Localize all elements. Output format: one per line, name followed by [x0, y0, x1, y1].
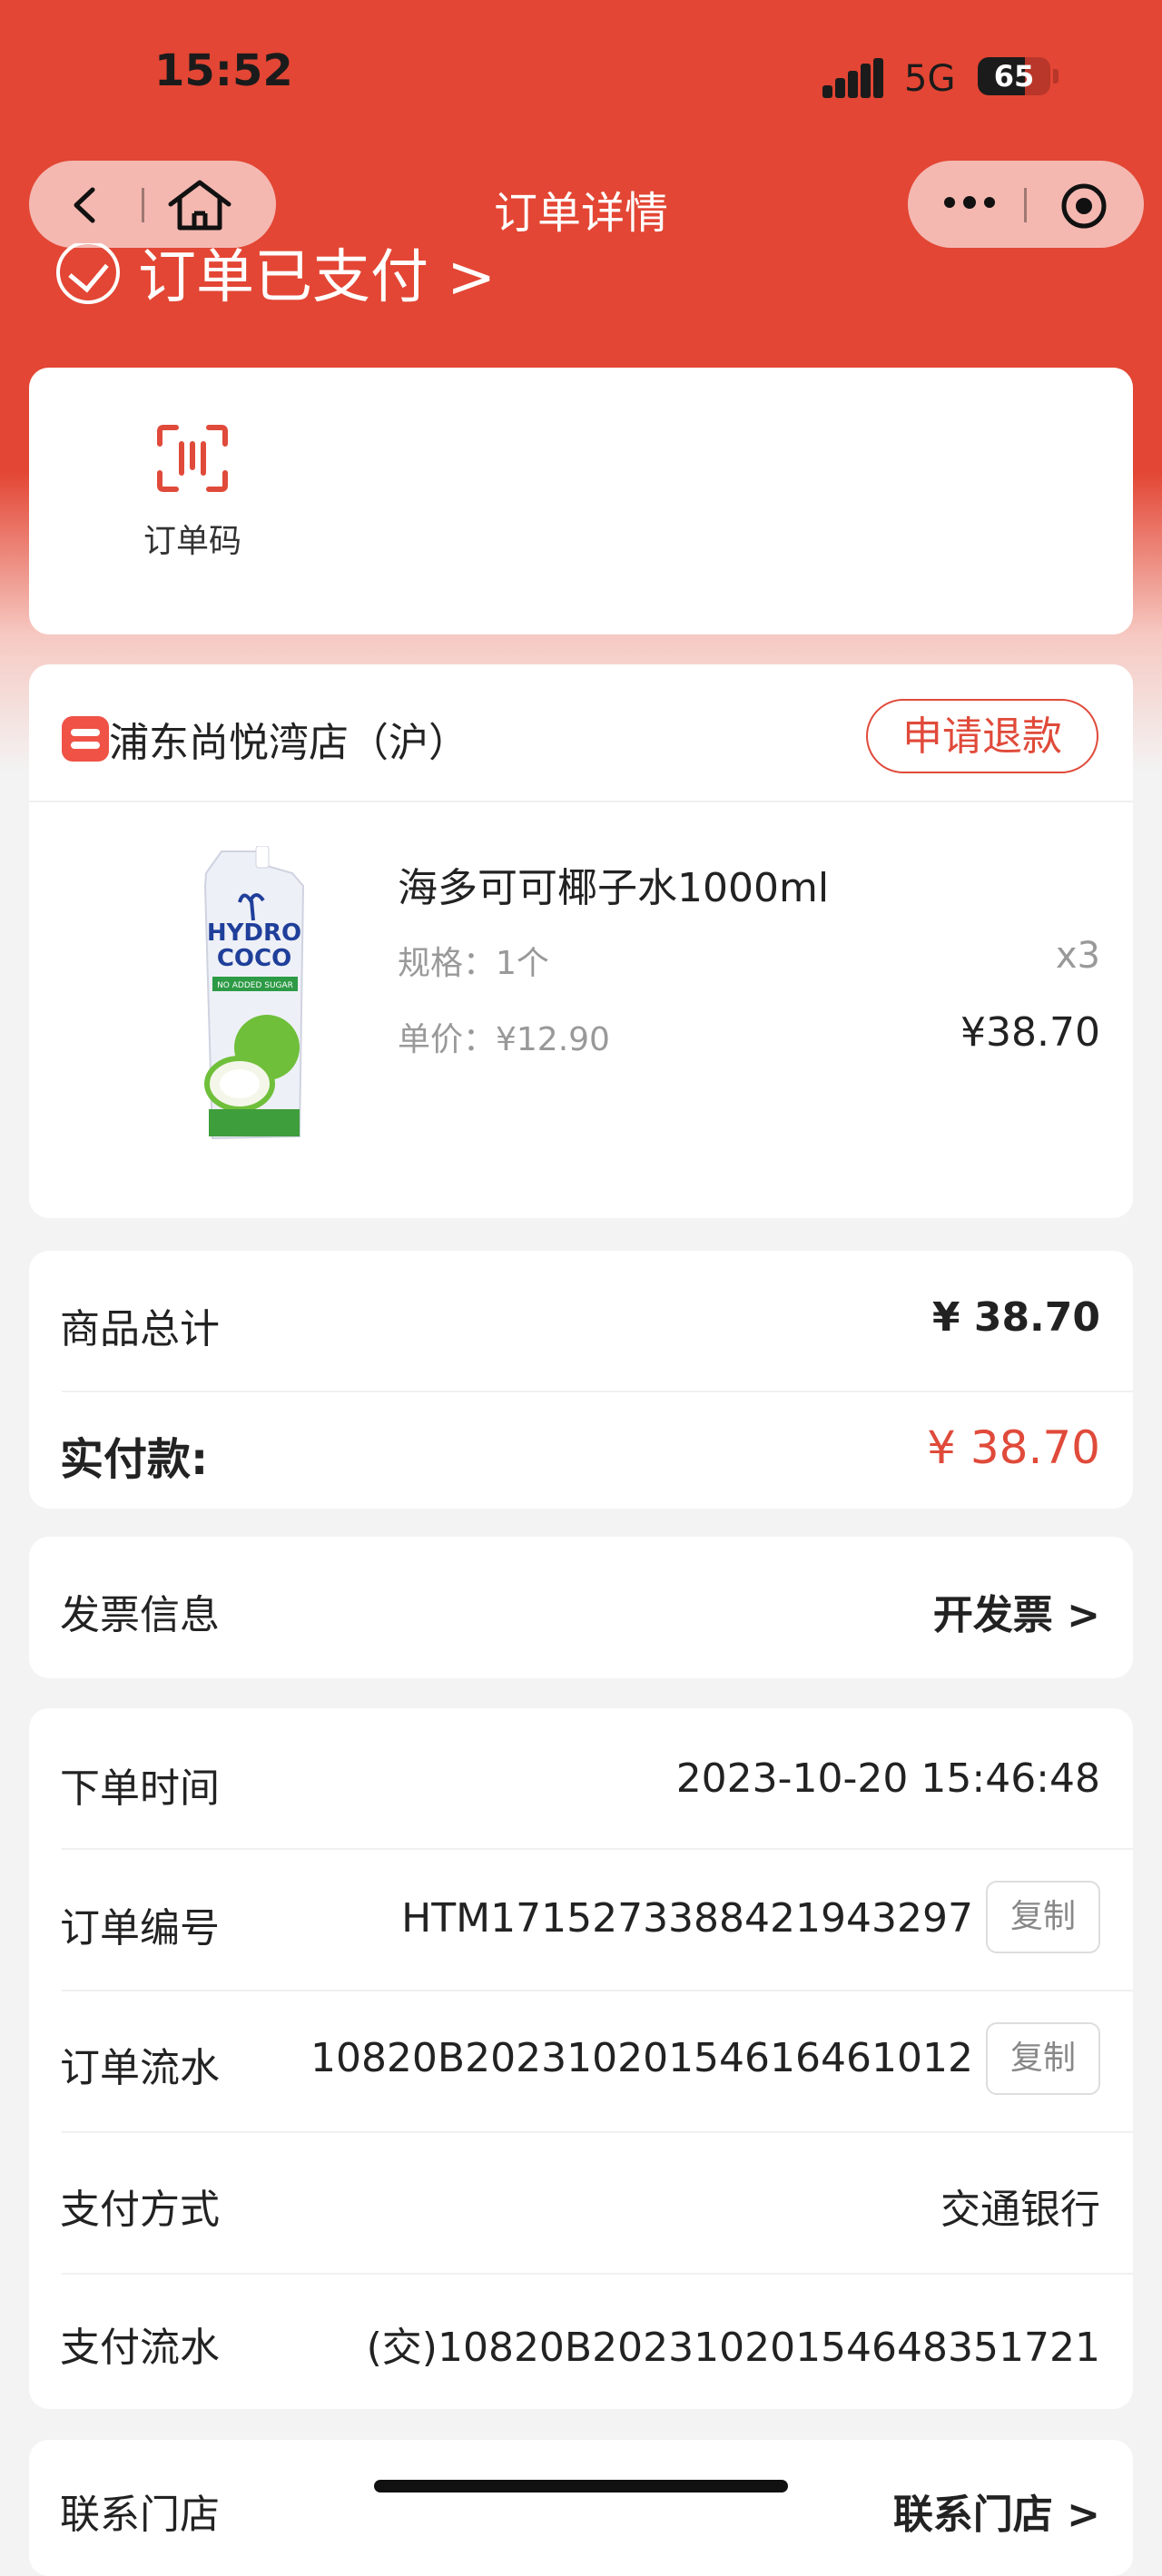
info-label: 支付方式: [60, 2187, 220, 2233]
paid-label: 实付款:: [60, 1434, 209, 1485]
store-header: 浦东尚悦湾店（沪） 申请退款: [29, 664, 1133, 802]
status-bar: 15:52 5G 65: [0, 0, 1162, 159]
info-value: 2023-10-20 15:46:48: [675, 1755, 1100, 1802]
contact-store-card: 联系门店 联系门店 >: [29, 2440, 1133, 2576]
info-row-order-number: 订单编号 HTM1715273388421943297 复制: [29, 1850, 1133, 1990]
product-image[interactable]: HYDRO COCO NO ADDED SUGAR: [165, 846, 347, 1145]
paid-row: 实付款: ¥ 38.70: [29, 1392, 1133, 1509]
order-code-label: 订单码: [143, 523, 241, 560]
payment-summary-card: 商品总计 ¥ 38.70 实付款: ¥ 38.70: [29, 1251, 1133, 1509]
order-code-button[interactable]: 订单码: [102, 422, 283, 562]
contact-store-label: 联系门店: [60, 2492, 220, 2538]
info-row-payment-serial: 支付流水 (交)10820B20231020154648351721: [29, 2275, 1133, 2409]
store-icon: [62, 716, 109, 762]
issue-invoice-link[interactable]: 开发票 >: [933, 1582, 1100, 1640]
copy-order-serial-button[interactable]: 复制: [986, 2022, 1100, 2095]
nav-capsule-right: [908, 161, 1144, 248]
store-product-card: 浦东尚悦湾店（沪） 申请退款 HYDRO COCO NO ADDED SUGAR…: [29, 664, 1133, 1218]
invoice-card: 发票信息 开发票 >: [29, 1537, 1133, 1678]
contact-store-row[interactable]: 联系门店 联系门店 >: [29, 2440, 1133, 2576]
goods-total-label: 商品总计: [60, 1306, 220, 1352]
info-label: 下单时间: [60, 1765, 220, 1812]
info-row-payment-method: 支付方式 交通银行: [29, 2133, 1133, 2273]
status-time: 15:52: [154, 45, 293, 96]
goods-total-row: 商品总计 ¥ 38.70: [29, 1251, 1133, 1391]
paid-value: ¥ 38.70: [927, 1421, 1100, 1474]
copy-order-number-button[interactable]: 复制: [986, 1881, 1100, 1953]
refund-button[interactable]: 申请退款: [866, 699, 1098, 773]
info-row-order-serial: 订单流水 10820B20231020154616461012 复制: [29, 1991, 1133, 2131]
info-label: 订单编号: [60, 1905, 220, 1952]
info-label: 支付流水: [60, 2325, 220, 2371]
info-value: 10820B20231020154616461012: [310, 2035, 973, 2081]
product-brand-line1: HYDRO: [207, 919, 301, 947]
product-quantity: x3: [1055, 935, 1100, 977]
home-indicator[interactable]: [374, 2480, 788, 2492]
invoice-row[interactable]: 发票信息 开发票 >: [29, 1537, 1133, 1678]
info-label: 订单流水: [60, 2045, 220, 2091]
scan-code-icon: [157, 425, 228, 492]
nav-bar: 订单详情: [0, 159, 1162, 259]
info-value: (交)10820B20231020154648351721: [366, 2325, 1100, 2371]
battery-tip: [1053, 69, 1059, 84]
product-total: ¥38.70: [960, 1009, 1100, 1056]
product-name[interactable]: 海多可可椰子水1000ml: [398, 855, 829, 913]
product-spec: 规格：1个: [398, 945, 549, 982]
more-icon[interactable]: [942, 192, 997, 213]
invoice-label: 发票信息: [60, 1592, 220, 1638]
product-unit-price: 单价：¥12.90: [398, 1021, 610, 1058]
network-type: 5G: [904, 58, 956, 100]
info-row-order-time: 下单时间 2023-10-20 15:46:48: [29, 1708, 1133, 1848]
product-brand-line2: COCO: [217, 945, 291, 972]
battery-icon: 65: [978, 57, 1050, 95]
goods-total-value: ¥ 38.70: [931, 1294, 1100, 1341]
signal-icon: [822, 58, 884, 98]
contact-store-link[interactable]: 联系门店 >: [893, 2482, 1100, 2540]
order-code-card: 订单码: [29, 368, 1133, 634]
close-miniprogram-icon[interactable]: [1059, 181, 1109, 231]
info-value: 交通银行: [940, 2187, 1100, 2233]
store-name[interactable]: 浦东尚悦湾店（沪）: [109, 710, 468, 768]
order-info-card: 下单时间 2023-10-20 15:46:48 订单编号 HTM1715273…: [29, 1708, 1133, 2409]
info-value: HTM1715273388421943297: [401, 1895, 973, 1942]
product-tag: NO ADDED SUGAR: [217, 981, 293, 990]
battery-percent: 65: [993, 59, 1035, 93]
